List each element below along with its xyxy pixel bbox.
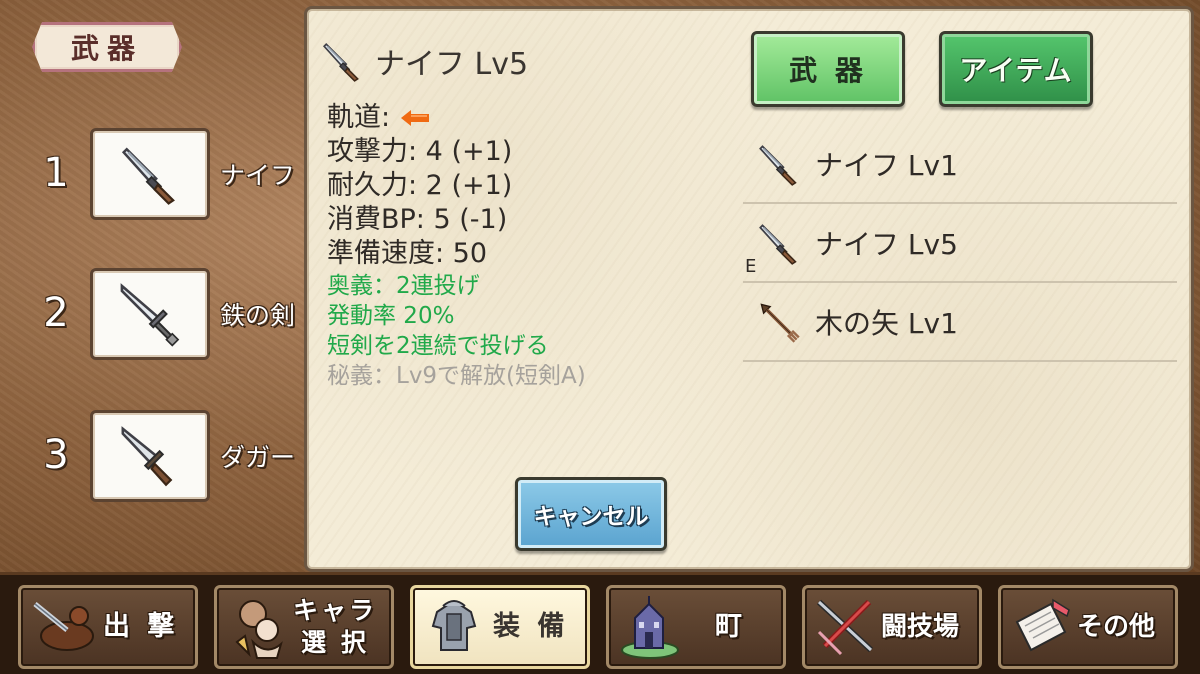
- slot-number: 3: [43, 432, 69, 478]
- nav-town[interactable]: 町: [606, 585, 786, 669]
- nav-character-line1: キャラ: [293, 596, 378, 625]
- slot-number: 2: [43, 290, 69, 336]
- equipped-mark: E: [745, 256, 757, 277]
- bp-cost-stat: 消費BP: 5 (-1): [327, 204, 508, 235]
- tab-item[interactable]: アイテム: [939, 31, 1093, 107]
- knife-icon: [321, 40, 363, 82]
- trajectory-label: 軌道:: [327, 102, 391, 133]
- arena-icon: [816, 599, 874, 656]
- nav-arena-label: 闘技場: [881, 612, 960, 642]
- nav-other-label: その他: [1077, 612, 1156, 642]
- armor-icon: [431, 600, 477, 651]
- skill-rate: 発動率 20%: [327, 303, 455, 329]
- nav-character-select[interactable]: キャラ 選 択: [214, 585, 394, 669]
- slot-name: ダガー: [220, 443, 296, 472]
- nav-equipment[interactable]: 装 備: [410, 585, 590, 669]
- nav-sortie-label: 出 撃: [103, 611, 179, 642]
- equipment-panel: ナイフ Lv5 軌道: 攻撃力: 4 (+1) 耐久力: 2 (+1) 消費BP…: [304, 6, 1194, 572]
- nav-character-line2: 選 択: [301, 628, 369, 657]
- knife-icon: [757, 142, 801, 186]
- locked-skill: 秘義：Lv9で解放(短剣A): [327, 363, 586, 389]
- slot-icon-box[interactable]: [90, 268, 210, 360]
- section-tag: 武器: [32, 22, 182, 72]
- item-title: ナイフ Lv5: [375, 47, 529, 82]
- tab-weapon-label: 武 器: [789, 54, 867, 87]
- attack-stat: 攻撃力: 4 (+1): [327, 136, 513, 167]
- list-item-name: ナイフ Lv1: [815, 148, 958, 182]
- prep-speed-stat: 準備速度: 50: [327, 238, 488, 269]
- cancel-button[interactable]: キャンセル: [515, 477, 667, 551]
- slot-name: ナイフ: [220, 161, 296, 190]
- dagger-icon: [118, 424, 182, 488]
- slot-name: 鉄の剣: [220, 301, 296, 330]
- list-item[interactable]: ナイフ Lv5 E: [743, 204, 1177, 283]
- item-title-row: ナイフ Lv5: [321, 39, 528, 83]
- durability-stat: 耐久力: 2 (+1): [327, 170, 513, 201]
- list-item-name: ナイフ Lv5: [815, 227, 958, 261]
- slot-icon-box[interactable]: [90, 410, 210, 502]
- nav-other[interactable]: その他: [998, 585, 1178, 669]
- list-item-name: 木の矢 Lv1: [815, 306, 958, 340]
- trajectory-arrow-icon: [401, 110, 430, 126]
- slot-icon-box[interactable]: [90, 128, 210, 220]
- character-icon: [235, 600, 283, 659]
- town-icon: [621, 596, 679, 659]
- skill-name: 奥義：2連投げ: [327, 273, 480, 299]
- nav-sortie[interactable]: 出 撃: [18, 585, 198, 669]
- inventory-list: ナイフ Lv1 ナイフ Lv5 E 木の矢 Lv1: [743, 125, 1177, 362]
- sword-icon: [117, 281, 183, 347]
- nav-town-label: 町: [715, 611, 746, 642]
- arrow-icon: [757, 300, 801, 344]
- tab-item-label: アイテム: [959, 54, 1073, 87]
- knife-icon: [119, 143, 181, 205]
- item-stats: 軌道: 攻撃力: 4 (+1) 耐久力: 2 (+1) 消費BP: 5 (-1)…: [327, 101, 586, 391]
- skill-description: 短剣を2連続で投げる: [327, 333, 549, 359]
- cancel-button-label: キャンセル: [533, 504, 649, 530]
- knife-icon: [757, 221, 801, 265]
- tab-weapon[interactable]: 武 器: [751, 31, 905, 107]
- slot-number: 1: [43, 150, 69, 196]
- scroll-icon: [1015, 598, 1070, 652]
- nav-arena[interactable]: 闘技場: [802, 585, 982, 669]
- weapon-slot-3[interactable]: 3 ダガー: [0, 410, 310, 502]
- section-tag-label: 武器: [70, 32, 143, 65]
- nav-equipment-label: 装 備: [493, 611, 569, 642]
- weapon-slot-2[interactable]: 2 鉄の剣: [0, 268, 310, 360]
- list-item[interactable]: 木の矢 Lv1: [743, 283, 1177, 362]
- list-item[interactable]: ナイフ Lv1: [743, 125, 1177, 204]
- sortie-icon: [33, 602, 94, 651]
- nav-character-select-label: キャラ 選 択: [293, 595, 377, 659]
- weapon-slot-1[interactable]: 1 ナイフ: [0, 128, 310, 220]
- trajectory-line: 軌道:: [327, 101, 586, 135]
- bottom-nav: 出 撃 キャラ 選 択 装 備 町 闘技場 その他: [0, 572, 1200, 674]
